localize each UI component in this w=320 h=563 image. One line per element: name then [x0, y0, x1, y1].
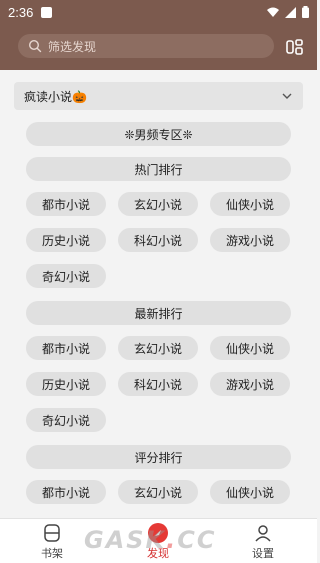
- category-chip[interactable]: 都市小说: [26, 480, 106, 504]
- category-chip[interactable]: 玄幻小说: [118, 480, 198, 504]
- category-chip[interactable]: 奇幻小说: [26, 264, 106, 288]
- bookshelf-icon: [44, 524, 60, 542]
- category-chip[interactable]: 历史小说: [26, 228, 106, 252]
- category-chip[interactable]: 科幻小说: [118, 228, 198, 252]
- ranking-group-title[interactable]: 热门排行: [26, 157, 291, 181]
- nav-discover-label: 发现: [147, 547, 169, 560]
- category-chip[interactable]: 科幻小说: [118, 372, 198, 396]
- category-chip[interactable]: 玄幻小说: [118, 192, 198, 216]
- nav-settings[interactable]: 设置: [233, 523, 293, 563]
- category-chip[interactable]: 游戏小说: [210, 372, 290, 396]
- ranking-group-title[interactable]: 评分排行: [26, 445, 291, 469]
- ranking-group-title[interactable]: 最新排行: [26, 301, 291, 325]
- category-chip[interactable]: 仙侠小说: [210, 480, 290, 504]
- category-chip[interactable]: 仙侠小说: [210, 192, 290, 216]
- discover-icon: [148, 523, 168, 543]
- category-chip[interactable]: 历史小说: [26, 372, 106, 396]
- category-list: ❊男频专区❊ 热门排行 都市小说 玄幻小说 仙侠小说 历史小说 科幻小说 游戏小说 奇幻小说 最新…: [0, 0, 317, 518]
- nav-settings-label: 设置: [252, 547, 274, 560]
- bottom-nav: 书架 发现 设置: [0, 518, 317, 563]
- nav-discover[interactable]: 发现: [128, 523, 188, 563]
- person-icon: [255, 525, 271, 542]
- category-chip[interactable]: 都市小说: [26, 192, 106, 216]
- section-header: ❊男频专区❊: [26, 122, 291, 146]
- category-chip[interactable]: 奇幻小说: [26, 408, 106, 432]
- nav-bookshelf[interactable]: 书架: [22, 523, 82, 563]
- category-chip[interactable]: 游戏小说: [210, 228, 290, 252]
- category-chip[interactable]: 仙侠小说: [210, 336, 290, 360]
- nav-bookshelf-label: 书架: [41, 547, 63, 560]
- category-chip[interactable]: 都市小说: [26, 336, 106, 360]
- category-chip[interactable]: 玄幻小说: [118, 336, 198, 360]
